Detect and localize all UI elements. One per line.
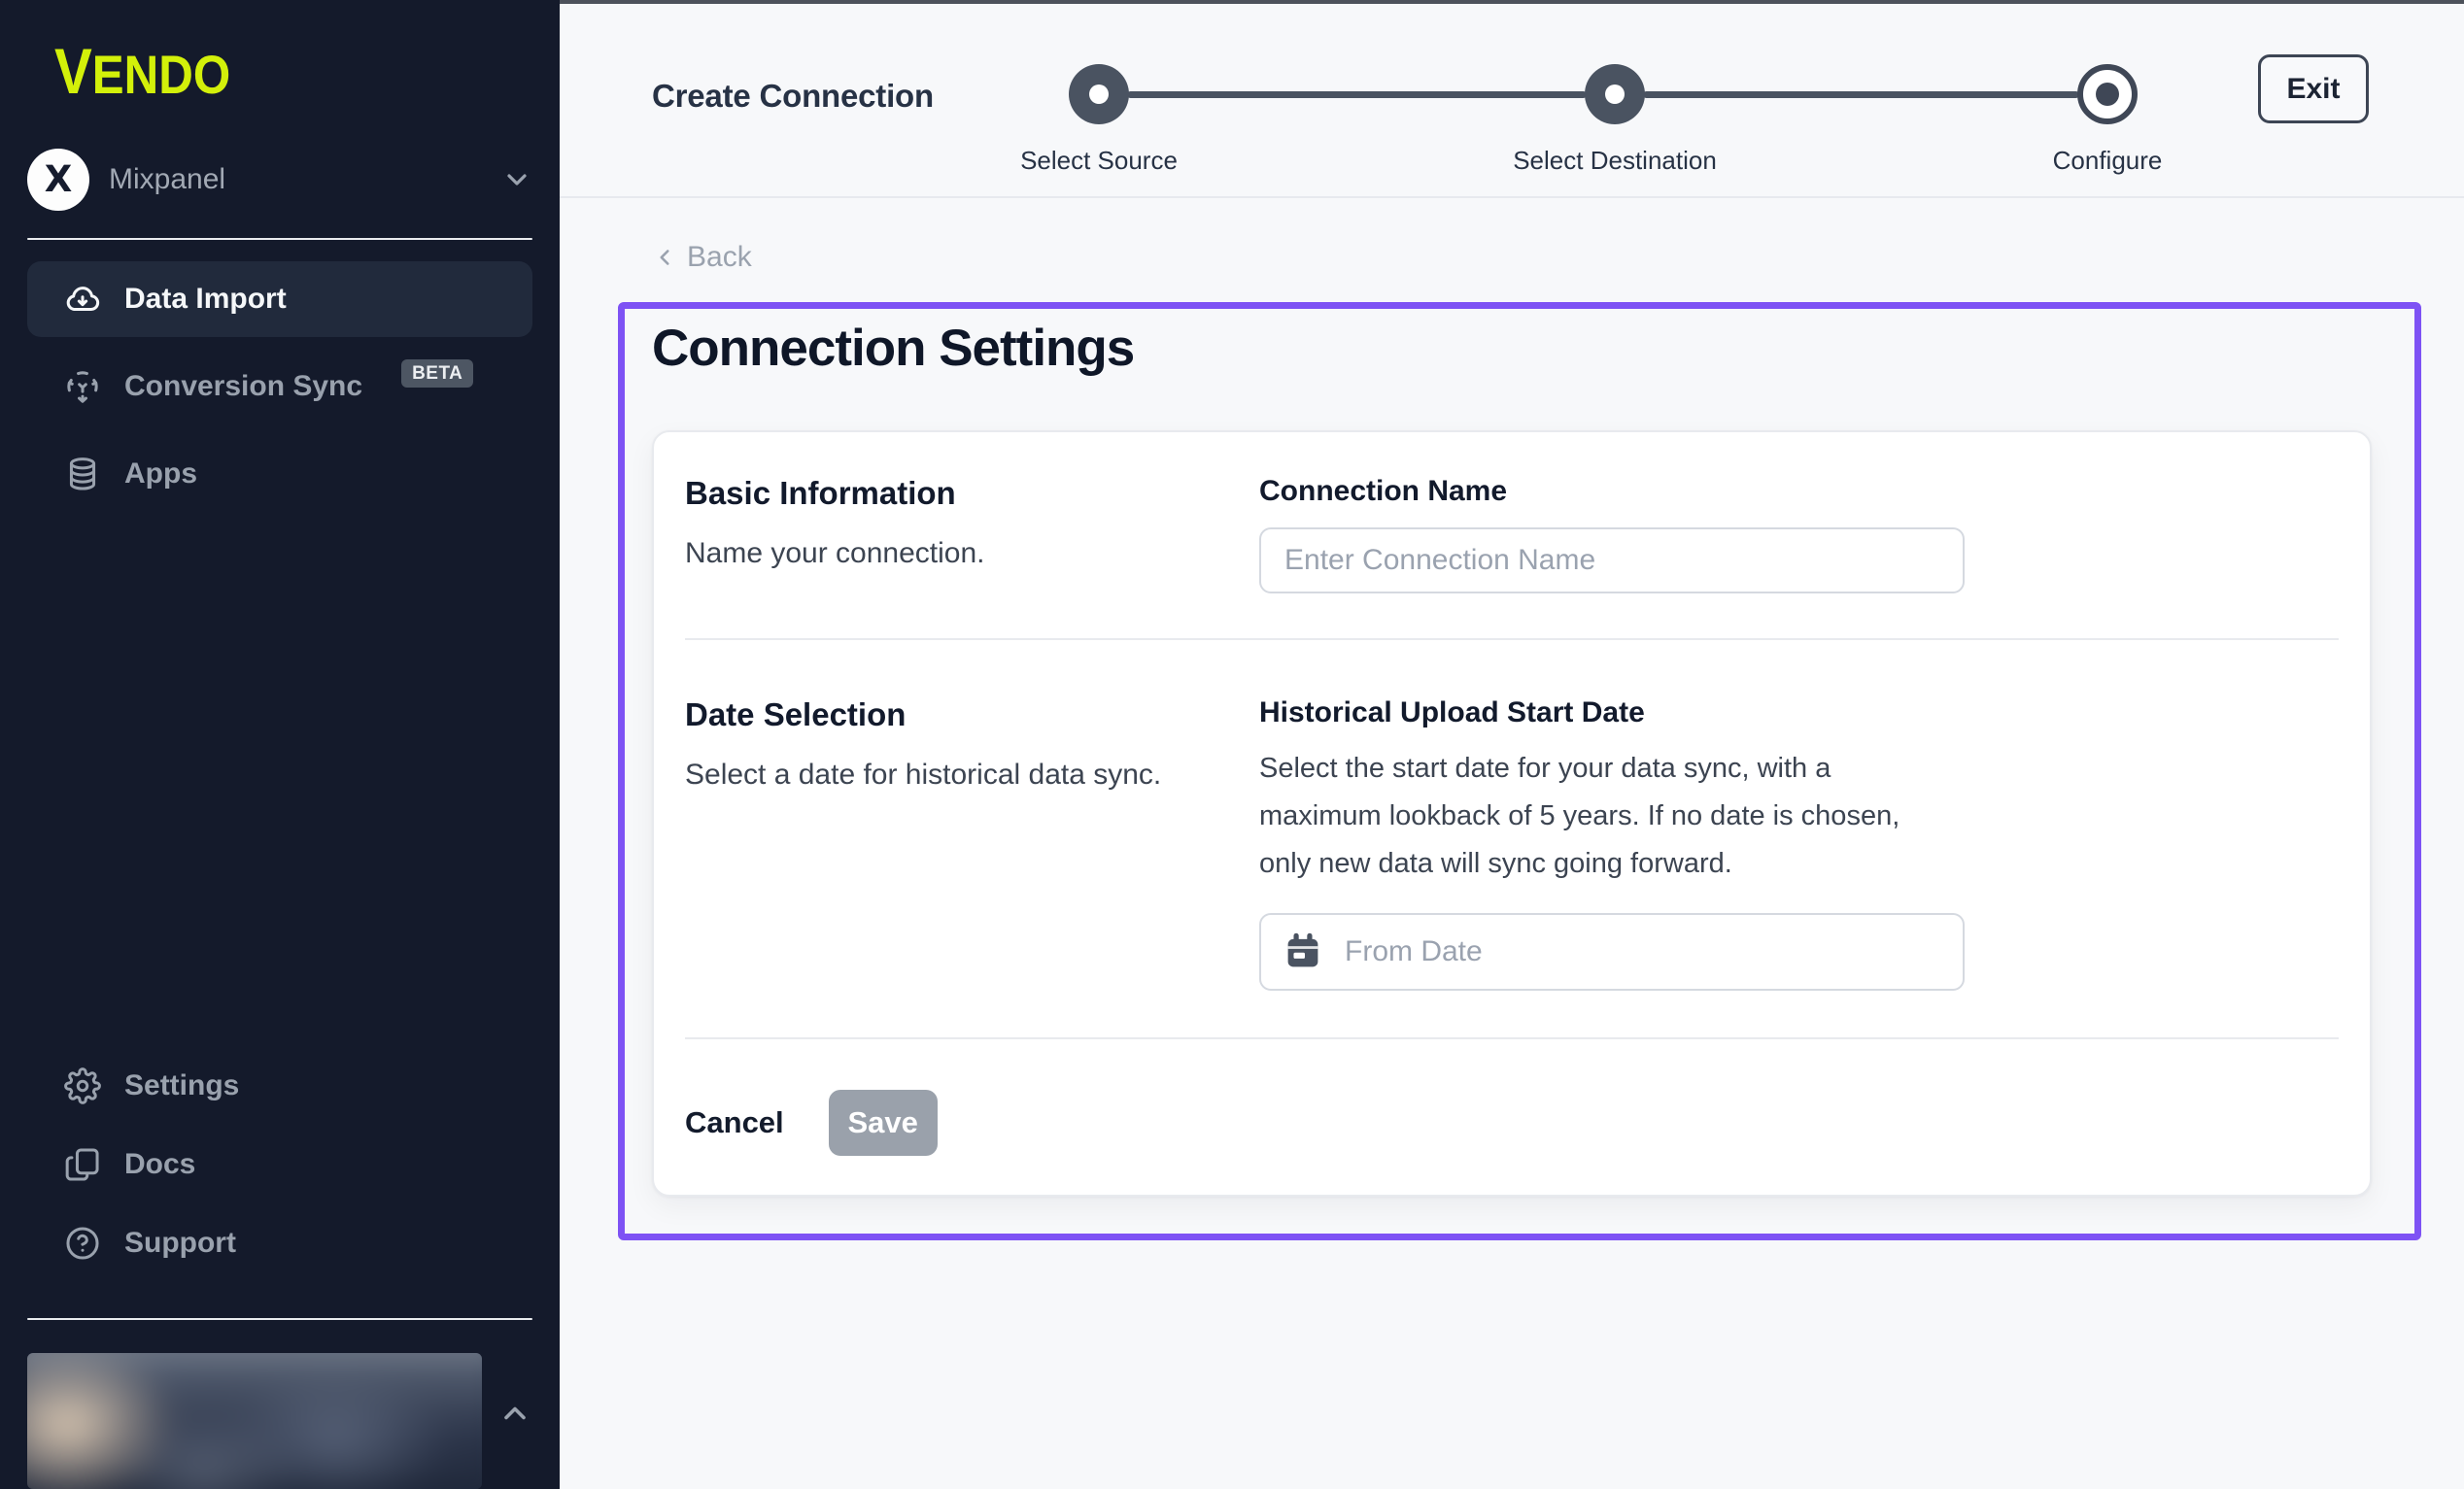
start-date-label: Historical Upload Start Date: [1259, 696, 2339, 729]
step-label: Select Destination: [1513, 146, 1717, 176]
sidebar-item-label: Data Import: [124, 283, 287, 316]
gear-icon: [64, 1067, 101, 1104]
connection-settings-panel: Connection Settings Basic Information Na…: [618, 302, 2421, 1240]
section-description: Select a date for historical data sync.: [685, 759, 1259, 792]
help-circle-icon: [64, 1225, 101, 1262]
step-dot-select-source: [1069, 64, 1129, 124]
workspace-switcher[interactable]: X Mixpanel: [27, 149, 532, 211]
save-button[interactable]: Save: [829, 1090, 938, 1156]
back-label: Back: [687, 241, 752, 274]
sidebar-item-label: Conversion Sync: [124, 370, 362, 403]
sidebar-item-apps[interactable]: Apps: [27, 436, 532, 512]
cancel-button[interactable]: Cancel: [685, 1105, 784, 1140]
basic-information-left: Basic Information Name your connection.: [685, 475, 1259, 570]
step-dot-configure: [2077, 64, 2138, 124]
date-selection-right: Historical Upload Start Date Select the …: [1259, 696, 2339, 991]
vendo-logo: Vendo: [54, 37, 475, 108]
sidebar-footer-divider: [27, 1318, 532, 1320]
blurred-user-info: [27, 1353, 482, 1489]
page-title: Connection Settings: [652, 319, 2414, 378]
exit-button[interactable]: Exit: [2258, 54, 2369, 123]
step-dot-select-destination: [1585, 64, 1645, 124]
wizard-header: Create Connection Select Source Select D…: [560, 4, 2464, 198]
sidebar-item-docs[interactable]: Docs: [27, 1127, 532, 1202]
back-link[interactable]: Back: [652, 241, 752, 274]
sidebar-item-label: Support: [124, 1227, 236, 1260]
mixpanel-x-icon: X: [27, 149, 89, 211]
connection-name-label: Connection Name: [1259, 475, 2339, 508]
user-account-card[interactable]: [27, 1353, 482, 1489]
sidebar-item-settings[interactable]: Settings: [27, 1048, 532, 1124]
step-label: Configure: [2053, 146, 2163, 176]
beta-badge: BETA: [401, 359, 473, 388]
chevron-down-icon: [501, 164, 532, 195]
basic-information-right: Connection Name: [1259, 475, 2339, 593]
copy-pages-icon: [64, 1146, 101, 1183]
sidebar-item-data-import[interactable]: Data Import: [27, 261, 532, 337]
chevron-left-icon: [652, 245, 677, 270]
section-title: Date Selection: [685, 696, 1259, 733]
sidebar-item-label: Docs: [124, 1148, 195, 1181]
sidebar-item-support[interactable]: Support: [27, 1205, 532, 1281]
date-selection-row: Date Selection Select a date for histori…: [685, 640, 2339, 1037]
sidebar-item-conversion-sync[interactable]: Conversion Sync BETA: [27, 349, 532, 424]
main-area: Create Connection Select Source Select D…: [560, 4, 2464, 1489]
database-icon: [64, 456, 101, 492]
section-title: Basic Information: [685, 475, 1259, 512]
sidebar-item-label: Settings: [124, 1069, 239, 1102]
section-description: Name your connection.: [685, 537, 1259, 570]
sync-scan-icon: [64, 368, 101, 405]
connection-name-input[interactable]: [1259, 527, 1965, 593]
calendar-icon: [1284, 932, 1321, 971]
date-selection-left: Date Selection Select a date for histori…: [685, 696, 1259, 792]
sidebar-item-label: Apps: [124, 457, 197, 491]
sidebar-footer-nav: Settings Docs Support: [27, 1048, 532, 1281]
step-connector: [1127, 91, 1587, 98]
step-label: Select Source: [1020, 146, 1178, 176]
start-date-help-text: Select the start date for your data sync…: [1259, 745, 1945, 888]
workspace-name: Mixpanel: [109, 163, 482, 196]
form-actions: Cancel Save: [685, 1039, 2339, 1195]
basic-information-row: Basic Information Name your connection. …: [685, 432, 2339, 638]
sidebar: Vendo X Mixpanel Data Import: [0, 0, 560, 1489]
user-row: [27, 1353, 532, 1489]
chevron-up-icon[interactable]: [497, 1396, 532, 1489]
from-date-input[interactable]: [1259, 913, 1965, 991]
cloud-download-icon: [64, 281, 101, 318]
sidebar-nav: Data Import Conversion Sync BETA: [27, 261, 532, 512]
from-date-field: [1259, 913, 1965, 991]
step-connector: [1643, 91, 2079, 98]
settings-card: Basic Information Name your connection. …: [652, 430, 2372, 1197]
stepper: Select Source Select Destination Configu…: [560, 4, 2464, 196]
sidebar-divider: [27, 238, 532, 240]
